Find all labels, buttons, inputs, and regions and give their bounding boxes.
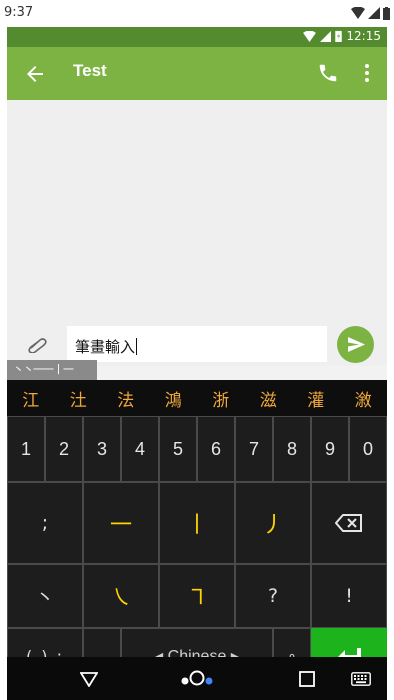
- paperclip-icon[interactable]: [27, 337, 47, 353]
- key-3[interactable]: 3: [83, 416, 121, 482]
- triangle-back-icon: [80, 671, 98, 687]
- phone-frame: 12:15 Test 筆畫輸入 丶丶一一丨一 江 汢 法 鴻 浙 滋 灌 漵 1…: [7, 27, 387, 700]
- phone-call-icon[interactable]: [317, 62, 339, 84]
- square-recents-icon: [299, 670, 315, 687]
- wifi-icon: [303, 30, 317, 42]
- signal-icon: [320, 30, 332, 42]
- key-stroke-dot[interactable]: ㇏: [83, 564, 159, 628]
- key-stroke-vertical[interactable]: 丨: [159, 482, 235, 564]
- signal-icon: [368, 7, 380, 19]
- key-8[interactable]: 8: [273, 416, 311, 482]
- key-exclamation[interactable]: !: [311, 564, 387, 628]
- keyboard: 1 2 3 4 5 6 7 8 9 0 ; 一 丨 丿 丶 ㇏ ㇕ ? ! (…: [7, 416, 387, 684]
- message-input[interactable]: 筆畫輸入: [67, 326, 327, 362]
- candidate[interactable]: 浙: [197, 386, 245, 411]
- keyboard-icon: [351, 671, 371, 686]
- key-stroke-horizontal[interactable]: 一: [83, 482, 159, 564]
- key-4[interactable]: 4: [121, 416, 159, 482]
- key-2[interactable]: 2: [45, 416, 83, 482]
- status-time: 12:15: [346, 29, 381, 43]
- more-options-icon[interactable]: [361, 62, 373, 84]
- key-0[interactable]: 0: [349, 416, 387, 482]
- status-bar: 12:15: [7, 27, 387, 47]
- candidate[interactable]: 汢: [55, 386, 103, 411]
- navigation-bar: [7, 657, 387, 700]
- backspace-icon: [335, 514, 362, 532]
- candidate[interactable]: 漵: [340, 386, 388, 411]
- candidate[interactable]: 江: [7, 386, 55, 411]
- host-status-icons: [351, 6, 390, 20]
- stroke-sequence: 丶丶一一丨一: [7, 360, 97, 380]
- nav-recents-button[interactable]: [287, 657, 327, 700]
- app-bar: Test: [7, 47, 387, 100]
- key-stroke-turning[interactable]: ㇕: [159, 564, 235, 628]
- send-button[interactable]: [337, 326, 374, 363]
- nav-home-button[interactable]: [167, 657, 227, 700]
- candidate[interactable]: 滋: [245, 386, 293, 411]
- nav-back-button[interactable]: [69, 657, 109, 700]
- key-6[interactable]: 6: [197, 416, 235, 482]
- screen: 9:37 12:15 Test 筆畫輸入 丶丶一一丨一 江 汢 法 鴻 浙 滋 …: [0, 0, 394, 700]
- key-stroke-left-falling[interactable]: 丿: [235, 482, 311, 564]
- key-dot-stroke[interactable]: 丶: [7, 564, 83, 628]
- key-9[interactable]: 9: [311, 416, 349, 482]
- backspace-key[interactable]: [311, 482, 387, 564]
- battery-charging-icon: [335, 30, 343, 42]
- conversation-title: Test: [73, 61, 107, 80]
- candidate[interactable]: 法: [102, 386, 150, 411]
- battery-icon: [383, 6, 390, 20]
- host-time: 9:37: [4, 5, 34, 20]
- text-caret: [136, 338, 138, 355]
- candidate-bar: 江 汢 法 鴻 浙 滋 灌 漵: [7, 380, 387, 416]
- key-semicolon[interactable]: ;: [7, 482, 83, 564]
- key-5[interactable]: 5: [159, 416, 197, 482]
- nav-keyboard-button[interactable]: [341, 657, 381, 700]
- back-arrow-icon[interactable]: [23, 62, 47, 86]
- candidate[interactable]: 鴻: [150, 386, 198, 411]
- candidate[interactable]: 灌: [292, 386, 340, 411]
- message-text: 筆畫輸入: [75, 338, 136, 356]
- host-status-bar: 9:37: [0, 0, 394, 27]
- key-1[interactable]: 1: [7, 416, 45, 482]
- message-list: [7, 100, 387, 325]
- send-icon: [348, 337, 365, 352]
- key-question[interactable]: ?: [235, 564, 311, 628]
- key-7[interactable]: 7: [235, 416, 273, 482]
- assistant-icon: [181, 670, 213, 685]
- wifi-icon: [351, 7, 365, 19]
